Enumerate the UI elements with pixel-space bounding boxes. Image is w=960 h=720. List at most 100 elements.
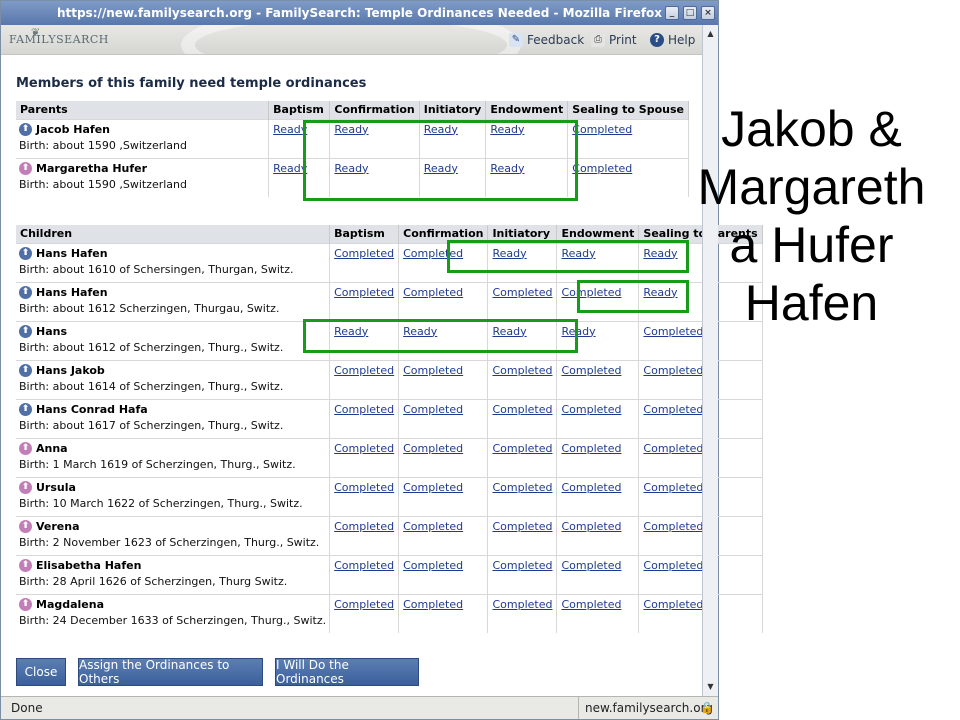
- completed-link[interactable]: Completed: [561, 559, 621, 572]
- ordinance-cell: Completed: [487, 359, 558, 399]
- person-cell: ⬆ Anna Birth: 1 March 1619 of Scherzingen,…: [16, 437, 331, 477]
- completed-link[interactable]: Completed: [334, 247, 394, 260]
- completed-link[interactable]: Completed: [403, 481, 463, 494]
- completed-link[interactable]: Completed: [492, 481, 552, 494]
- caption-line: Margareth: [697, 159, 926, 215]
- lock-icon: 🔒: [700, 701, 714, 714]
- male-person-icon: ⬆: [19, 122, 32, 136]
- completed-link[interactable]: Completed: [403, 403, 463, 416]
- ordinance-cell: Completed: [487, 515, 558, 555]
- male-person-icon: ⬆: [19, 246, 32, 260]
- person-name-line: ⬆ Anna: [19, 440, 326, 457]
- person-cell: ⬆ Hans Birth: about 1612 of Scherzingen, T…: [16, 320, 331, 360]
- completed-link[interactable]: Completed: [403, 364, 463, 377]
- ordinance-cell: Completed: [638, 437, 763, 477]
- person-name: Hans Hafen: [36, 285, 108, 299]
- close-button[interactable]: Close: [16, 658, 66, 686]
- completed-link[interactable]: Completed: [403, 559, 463, 572]
- completed-link[interactable]: Completed: [334, 481, 394, 494]
- completed-link[interactable]: Completed: [561, 403, 621, 416]
- ordinance-cell: Completed: [329, 398, 400, 438]
- completed-link[interactable]: Completed: [334, 286, 394, 299]
- female-person-icon: ⬆: [19, 441, 32, 455]
- person-name: Verena: [36, 519, 80, 533]
- table-row: ⬆ Anna Birth: 1 March 1619 of Scherzingen,…: [16, 437, 763, 477]
- print-label: Print: [609, 33, 637, 47]
- table-row: ⬆ Verena Birth: 2 November 1623 of Scherzi…: [16, 515, 763, 555]
- female-person-icon: ⬆: [19, 161, 32, 175]
- completed-link[interactable]: Completed: [334, 442, 394, 455]
- scroll-up-icon[interactable]: ▲: [704, 27, 717, 41]
- person-name: Jacob Hafen: [36, 122, 111, 136]
- table-row: ⬆ Hans Jakob Birth: about 1614 of Scherzin…: [16, 359, 763, 399]
- print-link[interactable]: ⎙ Print: [591, 33, 637, 47]
- ordinance-cell: Completed: [556, 554, 640, 594]
- completed-link[interactable]: Completed: [561, 598, 621, 611]
- completed-link[interactable]: Completed: [643, 520, 703, 533]
- parents-col-header: Endowment: [485, 101, 569, 119]
- ordinance-cell: Completed: [398, 398, 489, 438]
- title-bar: https://new.familysearch.org - FamilySea…: [1, 1, 718, 25]
- minimize-icon[interactable]: _: [665, 6, 679, 20]
- completed-link[interactable]: Completed: [403, 442, 463, 455]
- completed-link[interactable]: Completed: [643, 598, 703, 611]
- will-do-ordinances-button[interactable]: I Will Do the Ordinances: [275, 658, 419, 686]
- children-col-header: Children: [16, 225, 331, 243]
- familysearch-logo[interactable]: FAMILYSEARCH: [9, 33, 109, 46]
- ordinance-cell: Completed: [329, 242, 400, 282]
- completed-link[interactable]: Completed: [334, 559, 394, 572]
- caption-line: a Hufer: [729, 217, 894, 273]
- completed-link[interactable]: Completed: [403, 520, 463, 533]
- help-link[interactable]: ? Help: [650, 33, 695, 47]
- completed-link[interactable]: Completed: [492, 442, 552, 455]
- ordinance-cell: Completed: [487, 281, 558, 321]
- parents-col-header: Confirmation: [329, 101, 420, 119]
- close-window-icon[interactable]: ×: [701, 6, 715, 20]
- status-domain: new.familysearch.org: [585, 701, 713, 715]
- completed-link[interactable]: Completed: [492, 520, 552, 533]
- completed-link[interactable]: Completed: [334, 598, 394, 611]
- ordinance-cell: Completed: [329, 476, 400, 516]
- completed-link[interactable]: Completed: [561, 364, 621, 377]
- person-name: Magdalena: [36, 597, 105, 611]
- ordinance-cell: Completed: [487, 476, 558, 516]
- ordinance-cell: Completed: [487, 398, 558, 438]
- completed-link[interactable]: Completed: [492, 286, 552, 299]
- maximize-icon[interactable]: □: [683, 6, 697, 20]
- ordinance-cell: Completed: [556, 437, 640, 477]
- person-name-line: ⬆ Hans Jakob: [19, 362, 326, 379]
- completed-link[interactable]: Completed: [334, 364, 394, 377]
- completed-link[interactable]: Completed: [492, 598, 552, 611]
- completed-link[interactable]: Completed: [561, 442, 621, 455]
- scroll-down-icon[interactable]: ▼: [704, 680, 717, 694]
- completed-link[interactable]: Completed: [561, 481, 621, 494]
- completed-link[interactable]: Completed: [334, 403, 394, 416]
- person-name-line: ⬆ Elisabetha Hafen: [19, 557, 326, 574]
- header-decoration: [181, 25, 521, 54]
- completed-link[interactable]: Completed: [572, 162, 632, 175]
- completed-link[interactable]: Completed: [643, 481, 703, 494]
- ordinance-cell: Completed: [398, 515, 489, 555]
- birth-info: Birth: about 1590 ,Switzerland: [19, 138, 187, 152]
- completed-link[interactable]: Completed: [643, 403, 703, 416]
- completed-link[interactable]: Completed: [403, 598, 463, 611]
- completed-link[interactable]: Completed: [403, 286, 463, 299]
- completed-link[interactable]: Completed: [492, 403, 552, 416]
- person-name: Hans Hafen: [36, 246, 108, 260]
- birth-info: Birth: about 1612 Scherzingen, Thurgau, …: [19, 301, 280, 315]
- female-person-icon: ⬆: [19, 519, 32, 533]
- person-name: Hans Jakob: [36, 363, 105, 377]
- completed-link[interactable]: Completed: [572, 123, 632, 136]
- feedback-link[interactable]: ✎ Feedback: [509, 33, 584, 47]
- completed-link[interactable]: Completed: [492, 364, 552, 377]
- completed-link[interactable]: Completed: [492, 559, 552, 572]
- assign-ordinances-button[interactable]: Assign the Ordinances to Others: [78, 658, 263, 686]
- completed-link[interactable]: Completed: [334, 520, 394, 533]
- completed-link[interactable]: Completed: [643, 442, 703, 455]
- person-cell: ⬆ Hans Jakob Birth: about 1614 of Scherzin…: [16, 359, 331, 399]
- completed-link[interactable]: Completed: [561, 520, 621, 533]
- female-person-icon: ⬆: [19, 558, 32, 572]
- completed-link[interactable]: Completed: [643, 559, 703, 572]
- person-name: Anna: [36, 441, 68, 455]
- completed-link[interactable]: Completed: [643, 364, 703, 377]
